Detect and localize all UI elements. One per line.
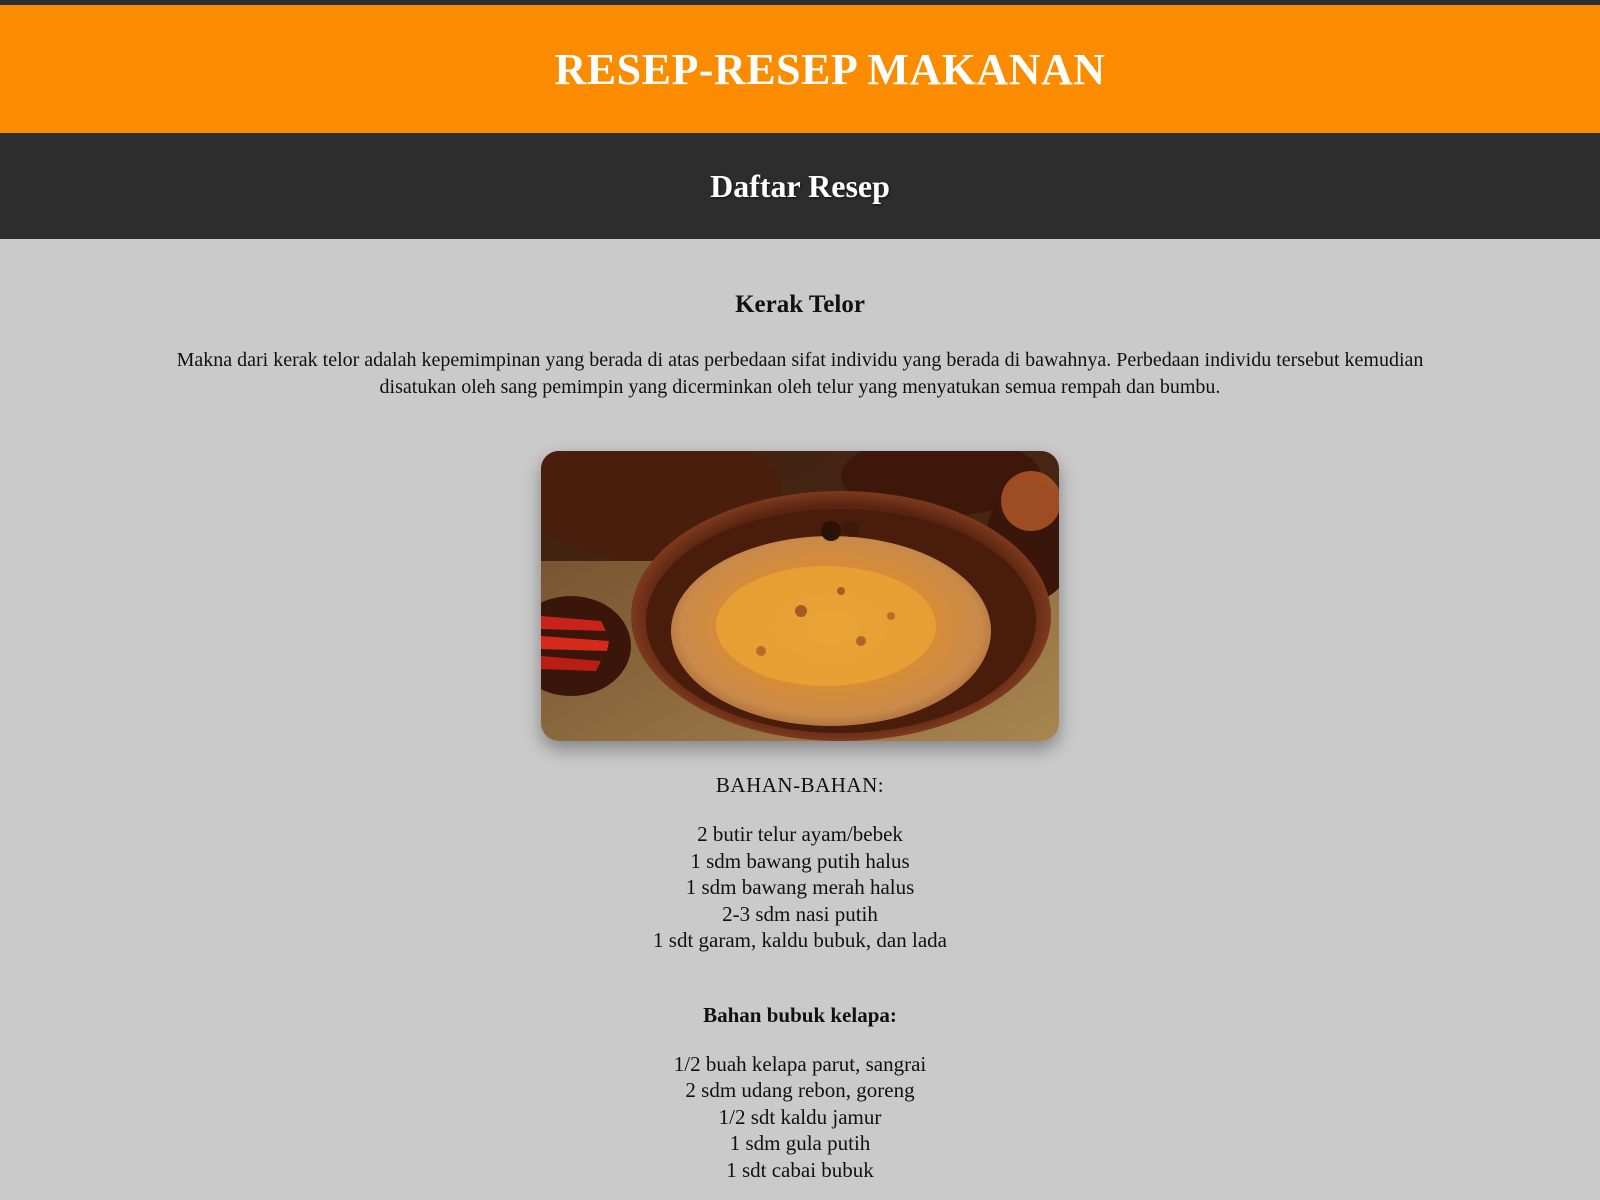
recipe-photo (541, 451, 1059, 741)
ingredients-list: 2 butir telur ayam/bebek 1 sdm bawang pu… (0, 821, 1600, 954)
nav-bar: Daftar Resep (0, 133, 1600, 239)
ingredients-heading: BAHAN-BAHAN: (715, 773, 885, 797)
site-header: RESEP-RESEP MAKANAN (0, 5, 1600, 133)
list-item: 1/2 buah kelapa parut, sangrai (673, 1051, 927, 1076)
coconut-heading: Bahan bubuk kelapa: (703, 1002, 897, 1027)
site-title: RESEP-RESEP MAKANAN (554, 44, 1106, 94)
list-item: 2-3 sdm nasi putih (722, 901, 878, 926)
list-item: 1 sdm gula putih (729, 1131, 871, 1155)
list-item: 1/2 sdt kaldu jamur (718, 1104, 882, 1129)
list-item: 1 sdt cabai bubuk (726, 1157, 874, 1182)
main-content: Kerak Telor Makna dari kerak telor adala… (0, 239, 1600, 1183)
nav-title: Daftar Resep (710, 167, 890, 204)
list-item: 1 sdm bawang putih halus (690, 848, 910, 873)
list-item: 2 sdm udang rebon, goreng (685, 1078, 915, 1102)
recipe-title: Kerak Telor (735, 291, 865, 318)
list-item: 1 sdt garam, kaldu bubuk, dan lada (653, 928, 947, 952)
coconut-ingredients-list: 1/2 buah kelapa parut, sangrai 2 sdm uda… (0, 1051, 1600, 1184)
list-item: 2 butir telur ayam/bebek (697, 822, 903, 846)
list-item: 1 sdm bawang merah halus (685, 875, 915, 899)
recipe-description: Makna dari kerak telor adalah kepemimpin… (176, 349, 1424, 398)
